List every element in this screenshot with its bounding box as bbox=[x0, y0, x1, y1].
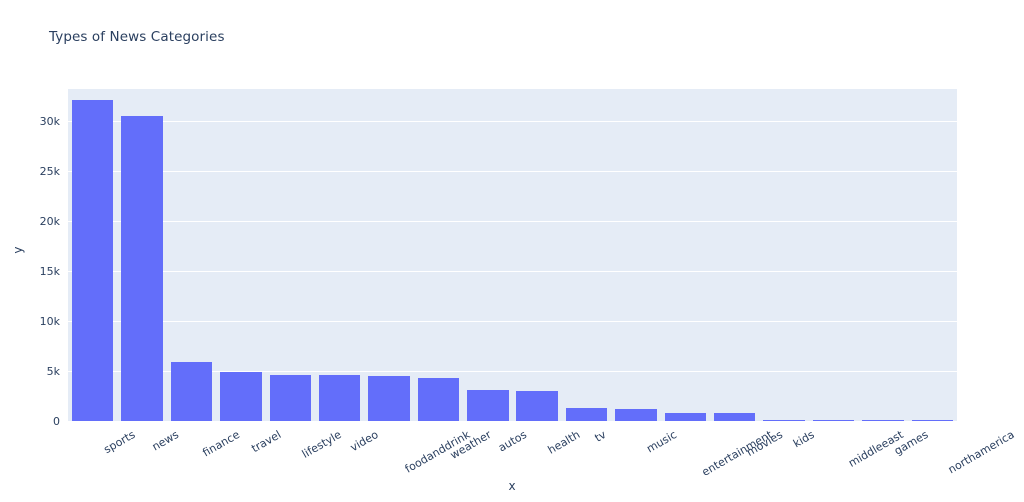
x-axis-tick-label: tv bbox=[592, 428, 608, 445]
bar[interactable] bbox=[565, 408, 608, 421]
bar[interactable] bbox=[516, 391, 558, 421]
y-axis-tick-label: 5k bbox=[46, 364, 60, 378]
x-axis-tick-label: northamerica bbox=[946, 428, 1017, 477]
x-axis-tick-label: lifestyle bbox=[300, 428, 344, 461]
y-axis-tick-label: 30k bbox=[39, 114, 60, 128]
bar[interactable] bbox=[615, 408, 657, 421]
x-axis-tick-label: autos bbox=[495, 428, 529, 455]
x-axis-label: x bbox=[508, 479, 516, 493]
y-axis-tick-label: 20k bbox=[39, 214, 60, 228]
bar[interactable] bbox=[318, 375, 361, 421]
bar[interactable] bbox=[467, 390, 509, 421]
x-axis-tick-label: kids bbox=[791, 428, 817, 451]
bars-layer bbox=[68, 89, 957, 421]
bar[interactable] bbox=[170, 362, 213, 421]
plot-area bbox=[68, 89, 957, 421]
y-axis-tick-label: 0 bbox=[53, 414, 60, 428]
bar[interactable] bbox=[714, 413, 756, 421]
bar[interactable] bbox=[121, 116, 163, 421]
x-axis-tick-label: video bbox=[347, 428, 381, 455]
bar[interactable] bbox=[862, 420, 904, 421]
x-axis-tick-label: music bbox=[644, 428, 679, 456]
x-axis-tick-label: weather bbox=[448, 428, 494, 462]
bar[interactable] bbox=[269, 375, 311, 421]
bar[interactable] bbox=[71, 100, 114, 421]
x-axis-tick-label: games bbox=[891, 428, 931, 458]
bar[interactable] bbox=[812, 420, 855, 421]
y-axis-tick-label: 15k bbox=[39, 264, 60, 278]
bar[interactable] bbox=[220, 371, 262, 421]
bar-chart: Types of News Categories 0 5k 10k 15k 20k 25k… bbox=[0, 0, 1024, 502]
x-axis-tick-label: finance bbox=[200, 428, 243, 460]
bar[interactable] bbox=[763, 419, 805, 421]
x-axis-tick-label: entertainment bbox=[699, 428, 776, 479]
x-axis-tick-label: health bbox=[545, 428, 583, 457]
bar[interactable] bbox=[417, 377, 460, 421]
x-axis-tick-label: travel bbox=[249, 428, 284, 456]
x-axis-tick-label: movies bbox=[744, 428, 785, 460]
y-axis-tick-label: 10k bbox=[39, 314, 60, 328]
x-axis-tick-label: foodanddrink bbox=[402, 428, 473, 476]
bar[interactable] bbox=[911, 420, 954, 421]
bar[interactable] bbox=[368, 376, 410, 421]
y-axis-label: y bbox=[11, 246, 25, 254]
x-axis-tick-label: news bbox=[149, 428, 182, 454]
y-axis-tick-label: 25k bbox=[39, 164, 60, 178]
x-axis-tick-label: sports bbox=[101, 428, 138, 457]
chart-title: Types of News Categories bbox=[49, 29, 225, 45]
bar[interactable] bbox=[664, 413, 707, 421]
x-axis-tick-label: middleeast bbox=[845, 428, 906, 470]
